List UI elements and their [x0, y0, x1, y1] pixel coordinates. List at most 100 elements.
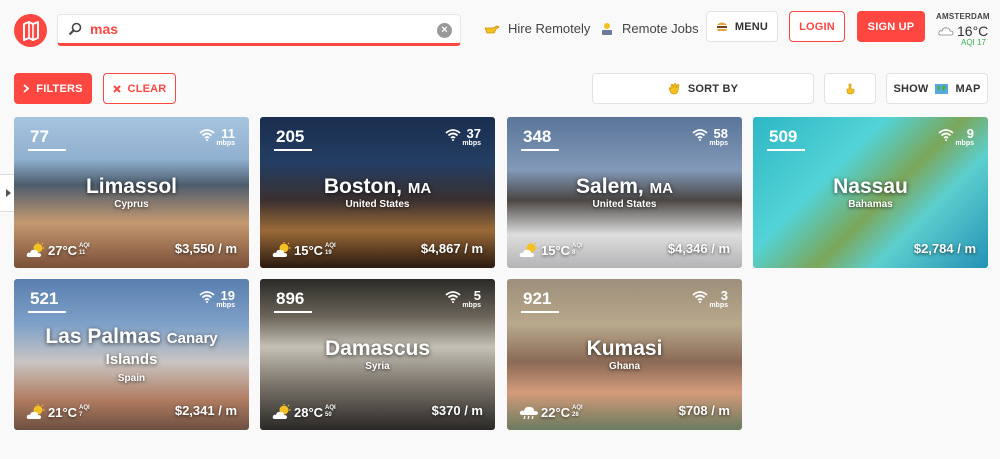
- city-name-line2: Islands: [105, 351, 158, 368]
- aqi-label: AQI: [572, 243, 583, 249]
- city-title: Boston, MA: [260, 175, 495, 199]
- rank-underline: [521, 311, 559, 313]
- rank-underline: [28, 311, 66, 313]
- current-weather: AMSTERDAM 16°C AQI 17: [936, 12, 992, 48]
- city-weather: 22°C AQI 28: [519, 404, 583, 420]
- city-card[interactable]: 348 58 mbps Salem, MA United States 15°C AQI 8 $…: [507, 117, 742, 268]
- aqi-label: AQI: [325, 405, 336, 411]
- wifi-value: 5: [473, 288, 481, 303]
- search-input[interactable]: [90, 21, 420, 37]
- sort-by-label: SORT BY: [687, 82, 739, 95]
- city-card[interactable]: 77 11 mbps Limassol Cyprus 27°C AQI 11 $3,550 / …: [14, 117, 249, 268]
- city-rank: 205: [276, 127, 305, 146]
- close-icon: [112, 84, 121, 93]
- filters-button[interactable]: FILTERS: [14, 73, 92, 104]
- wifi-unit: mbps: [216, 302, 235, 309]
- aqi-label: AQI: [79, 405, 90, 411]
- wifi-unit: mbps: [462, 302, 481, 309]
- city-country: Ghana: [608, 361, 641, 372]
- hire-remotely-link[interactable]: Hire Remotely: [484, 21, 590, 36]
- city-name: Las Palmas: [45, 325, 161, 348]
- wifi-icon: [938, 129, 954, 141]
- city-card[interactable]: 521 19 mbps Las Palmas Canary Islands Spain 21…: [14, 279, 249, 430]
- cloud-icon: [938, 27, 954, 36]
- city-card[interactable]: 205 37 mbps Boston, MA United States 15°C AQI 1…: [260, 117, 495, 268]
- city-temp: 22°C: [541, 404, 571, 420]
- aqi-label: AQI: [325, 243, 336, 249]
- map-logo-icon: [22, 20, 39, 41]
- show-map-button[interactable]: SHOW MAP: [886, 73, 988, 104]
- partly-sunny-icon: [26, 404, 45, 419]
- login-label: LOGIN: [799, 20, 835, 33]
- city-state: MA: [407, 180, 432, 197]
- city-card[interactable]: 509 9 mbps Nassau Bahamas $2,784 / m: [753, 117, 988, 268]
- aqi-value: 50: [325, 412, 332, 418]
- city-country: United States: [592, 199, 657, 210]
- city-country: United States: [345, 199, 410, 210]
- city-cost: $4,346 / m: [667, 241, 730, 256]
- clear-search-icon[interactable]: ×: [437, 23, 452, 38]
- wifi-speed: 5 mbps: [445, 288, 481, 310]
- city-name: Boston,: [323, 175, 402, 198]
- city-cost: $370 / m: [431, 403, 483, 418]
- city-temp: 15°C: [541, 242, 571, 258]
- clear-label: CLEAR: [127, 82, 167, 95]
- wifi-value: 3: [720, 288, 728, 303]
- wifi-icon: [445, 129, 461, 141]
- search-box: ×: [57, 14, 461, 46]
- office-worker-icon: [602, 22, 612, 35]
- partly-sunny-icon: [519, 242, 538, 257]
- signup-label: SIGN UP: [867, 20, 915, 33]
- cloud-rain-icon: [519, 406, 538, 420]
- city-title: Salem, MA: [507, 175, 742, 199]
- city-country: Spain: [117, 373, 146, 384]
- city-rank: 521: [30, 289, 59, 308]
- city-rank: 509: [769, 127, 798, 146]
- wifi-value: 37: [466, 126, 481, 141]
- wifi-unit: mbps: [955, 140, 974, 147]
- wifi-unit: mbps: [709, 302, 728, 309]
- play-arrow-icon: [6, 189, 11, 197]
- city-rank: 921: [523, 289, 552, 308]
- rank-underline: [274, 149, 312, 151]
- current-city: AMSTERDAM: [936, 12, 990, 21]
- menu-button[interactable]: MENU: [706, 11, 778, 42]
- filters-label: FILTERS: [36, 82, 83, 95]
- remote-jobs-link[interactable]: Remote Jobs: [600, 21, 699, 36]
- search-icon: [68, 22, 82, 36]
- city-card[interactable]: 896 5 mbps Damascus Syria 28°C AQI 50 $370 / m: [260, 279, 495, 430]
- wifi-value: 19: [220, 288, 235, 303]
- city-country: Bahamas: [848, 199, 893, 210]
- city-weather: 27°C AQI 11: [26, 242, 90, 258]
- wifi-unit: mbps: [709, 140, 728, 147]
- wifi-value: 58: [713, 126, 728, 141]
- rank-underline: [521, 149, 559, 151]
- signup-button[interactable]: SIGN UP: [857, 11, 925, 42]
- map-label: MAP: [955, 82, 981, 95]
- sort-by-button[interactable]: SORT BY: [592, 73, 814, 104]
- partly-sunny-icon: [272, 242, 291, 257]
- city-name: Kumasi: [586, 337, 663, 360]
- city-card[interactable]: 921 3 mbps Kumasi Ghana 22°C AQI 28 $708 / m: [507, 279, 742, 430]
- city-rank: 77: [30, 127, 49, 146]
- city-name: Salem,: [576, 175, 644, 198]
- clear-filters-button[interactable]: CLEAR: [103, 73, 176, 104]
- wifi-speed: 19 mbps: [199, 288, 235, 310]
- city-weather: 15°C AQI 19: [272, 242, 336, 258]
- wifi-value: 11: [221, 126, 235, 141]
- logo[interactable]: [14, 14, 47, 47]
- remote-jobs-label: Remote Jobs: [622, 21, 699, 36]
- wifi-value: 9: [966, 126, 974, 141]
- city-cost: $708 / m: [678, 403, 730, 418]
- sort-direction-button[interactable]: [824, 73, 876, 104]
- show-label: SHOW: [893, 82, 929, 95]
- world-map-icon: [935, 83, 949, 94]
- wifi-unit: mbps: [462, 140, 481, 147]
- partly-sunny-icon: [26, 242, 45, 257]
- wifi-speed: 58 mbps: [692, 126, 728, 148]
- city-title: Damascus: [260, 337, 495, 361]
- wifi-speed: 9 mbps: [938, 126, 974, 148]
- login-button[interactable]: LOGIN: [789, 11, 845, 42]
- aqi-value: 19: [325, 250, 332, 256]
- city-rank: 348: [523, 127, 552, 146]
